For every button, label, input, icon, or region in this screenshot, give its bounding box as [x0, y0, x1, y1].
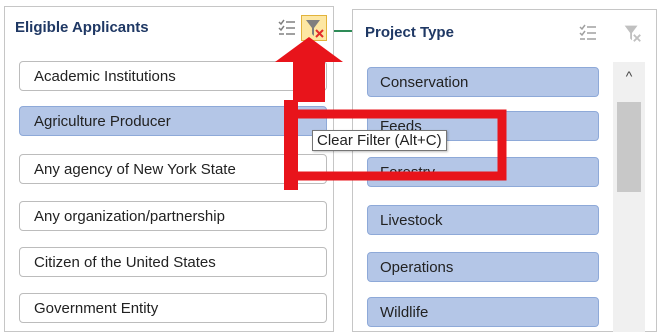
clear-filter-icon[interactable] [621, 22, 643, 44]
scrollbar[interactable]: ^ [613, 62, 645, 332]
scroll-thumb[interactable] [617, 102, 641, 192]
list-item[interactable]: Government Entity [19, 293, 327, 323]
slicer-header: Project Type [353, 10, 656, 50]
list-item[interactable]: Operations [367, 252, 599, 282]
scroll-up-button[interactable]: ^ [613, 62, 645, 90]
slicer-title: Project Type [365, 24, 454, 41]
project-type-slicer: Project Type Conservation Feeds Forestry… [352, 9, 657, 332]
list-item[interactable]: Any agency of New York State [19, 154, 327, 184]
slicer-header: Eligible Applicants [5, 7, 333, 47]
list-item[interactable]: Livestock [367, 205, 599, 235]
list-item[interactable]: Citizen of the United States [19, 247, 327, 277]
list-item[interactable]: Conservation [367, 67, 599, 97]
clear-filter-tooltip: Clear Filter (Alt+C) [312, 130, 447, 151]
slicer-title: Eligible Applicants [15, 19, 149, 36]
list-item[interactable]: Wildlife [367, 297, 599, 327]
multi-select-icon[interactable] [276, 17, 298, 39]
eligible-applicants-slicer: Eligible Applicants Academic Institution… [4, 6, 334, 332]
list-item[interactable]: Forestry [367, 157, 599, 187]
clear-filter-icon[interactable] [301, 15, 327, 41]
multi-select-icon[interactable] [577, 22, 599, 44]
list-item[interactable]: Any organization/partnership [19, 201, 327, 231]
list-item[interactable]: Academic Institutions [19, 61, 327, 91]
list-item[interactable]: Agriculture Producer [19, 106, 327, 136]
connector-line [334, 30, 352, 32]
